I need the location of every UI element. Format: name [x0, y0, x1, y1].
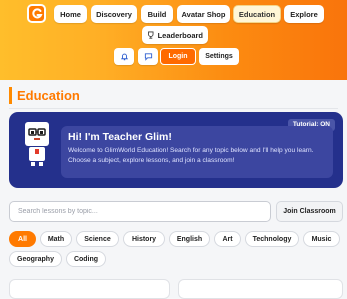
settings-button[interactable]: Settings [199, 48, 239, 65]
lesson-search-input[interactable] [9, 201, 271, 222]
nav-leaderboard-label: Leaderboard [157, 30, 203, 40]
notifications-button[interactable] [114, 48, 134, 65]
lesson-card[interactable] [9, 279, 170, 299]
nav-leaderboard[interactable]: Leaderboard [142, 26, 208, 44]
teacher-glim-robot-icon [25, 122, 49, 166]
chat-bubble-icon [144, 53, 152, 61]
subject-chip-art[interactable]: Art [214, 231, 241, 247]
subject-chip-english[interactable]: English [169, 231, 210, 247]
title-divider [9, 108, 338, 109]
subject-chip-music[interactable]: Music [303, 231, 340, 247]
subject-chip-geography[interactable]: Geography [9, 251, 62, 267]
tutor-heading: Hi! I'm Teacher Glim! [68, 131, 172, 143]
logo-g-icon [31, 7, 43, 18]
subject-chip-history[interactable]: History [123, 231, 165, 247]
tutor-message: Welcome to GlimWorld Education! Search f… [68, 147, 314, 164]
login-button[interactable]: Login [160, 48, 196, 65]
glimworld-logo[interactable] [27, 4, 46, 23]
nav-avatar-shop[interactable]: Avatar Shop [177, 5, 230, 23]
bell-icon [120, 53, 128, 61]
subject-chip-science[interactable]: Science [76, 231, 119, 247]
nav-discovery[interactable]: Discovery [91, 5, 137, 23]
nav-home[interactable]: Home [54, 5, 87, 23]
messages-button[interactable] [138, 48, 158, 65]
nav-explore[interactable]: Explore [284, 5, 324, 23]
tutor-welcome-card: Tutorial: ON Hi! I'm Teacher Glim! Welco… [9, 112, 343, 188]
subject-chip-coding[interactable]: Coding [66, 251, 106, 267]
top-header: Home Discovery Build Avatar Shop Educati… [0, 0, 347, 80]
trophy-icon [148, 31, 154, 39]
subject-chip-math[interactable]: Math [40, 231, 72, 247]
nav-build[interactable]: Build [141, 5, 173, 23]
lesson-card[interactable] [178, 279, 343, 299]
subject-chip-all[interactable]: All [9, 231, 36, 247]
join-classroom-button[interactable]: Join Classroom [276, 201, 343, 222]
nav-education[interactable]: Education [233, 5, 281, 23]
subject-chip-technology[interactable]: Technology [245, 231, 299, 247]
tutor-speech-panel: Hi! I'm Teacher Glim! Welcome to GlimWor… [61, 126, 333, 178]
page-title: Education [9, 87, 80, 104]
